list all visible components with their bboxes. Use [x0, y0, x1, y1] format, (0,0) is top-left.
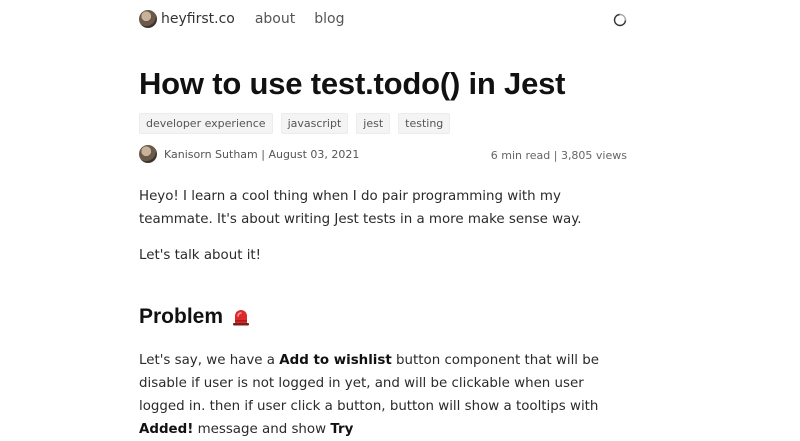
tag-developer-experience[interactable]: developer experience [139, 113, 273, 134]
brand-name: heyfirst.co [161, 11, 235, 27]
author-date: Kanisorn Sutham | August 03, 2021 [164, 147, 360, 161]
top-navigation: heyfirst.co about blog [139, 7, 629, 31]
problem-text-1: Let's say, we have a [139, 353, 280, 368]
problem-heading-text: Problem [139, 305, 224, 328]
problem-text-3: message and show [193, 422, 331, 437]
tag-list: developer experience javascript jest tes… [139, 113, 451, 134]
post-title: How to use test.todo() in Jest [139, 66, 566, 101]
tag-jest[interactable]: jest [356, 113, 391, 134]
problem-bold-add-to-wishlist: Add to wishlist [279, 353, 392, 368]
lets-talk-paragraph: Let's talk about it! [139, 248, 262, 263]
problem-heading: Problem [139, 305, 251, 329]
author-avatar [139, 145, 157, 163]
nav-link-about[interactable]: about [255, 11, 295, 27]
blog-page: heyfirst.co about blog How to use test.t… [0, 0, 800, 437]
post-meta: Kanisorn Sutham | August 03, 2021 6 min … [139, 144, 629, 164]
problem-bold-try: Try [330, 422, 354, 437]
problem-bold-added: Added! [139, 422, 194, 437]
intro-paragraph: Heyo! I learn a cool thing when I do pai… [139, 189, 582, 227]
theme-toggle-icon[interactable] [613, 12, 627, 27]
problem-paragraph: Let's say, we have a Add to wishlist but… [139, 349, 629, 441]
nav-link-blog[interactable]: blog [314, 11, 344, 27]
brand-link[interactable]: heyfirst.co [139, 10, 235, 28]
tag-testing[interactable]: testing [398, 113, 451, 134]
tag-javascript[interactable]: javascript [280, 113, 349, 134]
siren-icon [231, 308, 251, 326]
brand-avatar [139, 10, 157, 28]
read-stats: 6 min read | 3,805 views [490, 149, 627, 162]
